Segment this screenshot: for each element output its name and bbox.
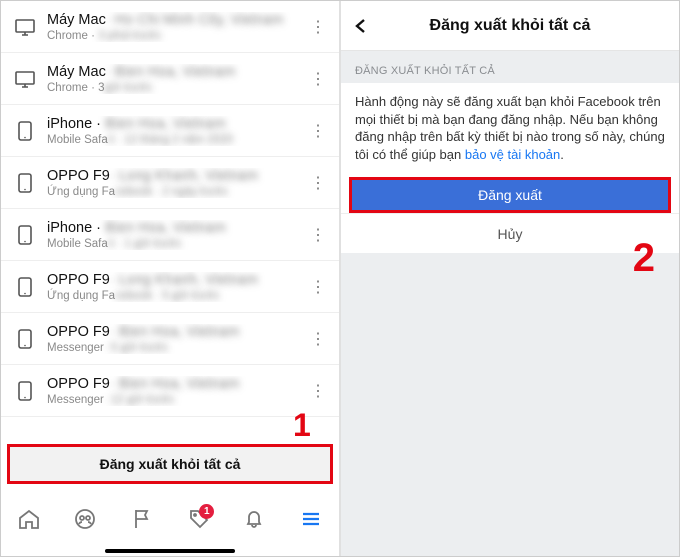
confirm-paragraph: Hành động này sẽ đăng xuất bạn khỏi Face… <box>341 83 679 177</box>
session-row[interactable]: iPhone · Bien Hoa, Vietnam Mobile Safari … <box>1 105 339 157</box>
phone-icon <box>11 379 39 403</box>
nav-groups[interactable] <box>57 507 113 531</box>
session-title: iPhone · Bien Hoa, Vietnam <box>47 220 305 236</box>
flag-icon <box>130 507 154 531</box>
session-text: Máy Mac· Ho Chi Minh City, Vietnam Chrome… <box>39 12 305 42</box>
nav-home[interactable] <box>1 507 57 531</box>
logout-all-label: Đăng xuất khỏi tất cả <box>100 456 241 472</box>
home-icon <box>17 507 41 531</box>
session-subtitle: Messenger · 5 giờ trước <box>47 342 305 354</box>
session-row[interactable]: Máy Mac· Bien Hoa, Vietnam Chrome · 3 giờ… <box>1 53 339 105</box>
phone-icon <box>11 327 39 351</box>
bottom-nav: 1 <box>1 494 339 556</box>
menu-icon <box>299 507 323 531</box>
session-more-button[interactable]: ⋮ <box>305 173 331 193</box>
session-subtitle: Chrome · 3 phút trước <box>47 30 305 42</box>
nav-badge: 1 <box>199 504 214 519</box>
logout-all-button[interactable]: Đăng xuất khỏi tất cả <box>7 444 333 484</box>
back-button[interactable] <box>351 1 371 50</box>
confirm-body: ĐĂNG XUẤT KHỎI TẤT CẢ Hành động này sẽ đ… <box>341 51 679 556</box>
session-subtitle: Ứng dụng Facebook · 5 giờ trước <box>47 290 305 302</box>
chevron-left-icon <box>351 16 371 36</box>
session-row[interactable]: iPhone · Bien Hoa, Vietnam Mobile Safari … <box>1 209 339 261</box>
session-more-button[interactable]: ⋮ <box>305 277 331 297</box>
sessions-pane: Máy Mac· Ho Chi Minh City, Vietnam Chrome… <box>1 1 339 556</box>
confirm-logout-label: Đăng xuất <box>478 187 542 203</box>
session-text: iPhone · Bien Hoa, Vietnam Mobile Safari … <box>39 116 305 146</box>
session-subtitle: Mobile Safari · 1 giờ trước <box>47 238 305 250</box>
monitor-icon <box>11 15 39 39</box>
confirm-card: Hành động này sẽ đăng xuất bạn khỏi Face… <box>341 83 679 253</box>
session-text: OPPO F9 · Long Khanh, Vietnam Ứng dụng Fa… <box>39 272 305 302</box>
nav-notifications[interactable] <box>226 507 282 531</box>
session-title: Máy Mac· Ho Chi Minh City, Vietnam <box>47 12 305 28</box>
session-text: OPPO F9 · Bien Hoa, Vietnam Messenger · 5… <box>39 324 305 354</box>
nav-dating[interactable]: 1 <box>170 507 226 531</box>
session-more-button[interactable]: ⋮ <box>305 17 331 37</box>
nav-menu[interactable] <box>283 507 339 531</box>
session-more-button[interactable]: ⋮ <box>305 121 331 141</box>
session-title: OPPO F9 · Bien Hoa, Vietnam <box>47 324 305 340</box>
cancel-label: Hủy <box>498 226 523 242</box>
session-more-button[interactable]: ⋮ <box>305 329 331 349</box>
session-row[interactable]: OPPO F9 · Long Khanh, Vietnam Ứng dụng Fa… <box>1 157 339 209</box>
confirm-header: Đăng xuất khỏi tất cả <box>341 1 679 51</box>
section-caption: ĐĂNG XUẤT KHỎI TẤT CẢ <box>341 51 679 83</box>
session-title: OPPO F9 · Bien Hoa, Vietnam <box>47 376 305 392</box>
confirm-pane: Đăng xuất khỏi tất cả ĐĂNG XUẤT KHỎI TẤT… <box>341 1 679 556</box>
session-text: Máy Mac· Bien Hoa, Vietnam Chrome · 3 giờ… <box>39 64 305 94</box>
confirm-logout-button[interactable]: Đăng xuất <box>349 177 671 213</box>
annotation-2: 2 <box>633 236 655 281</box>
session-list: Máy Mac· Ho Chi Minh City, Vietnam Chrome… <box>1 1 339 440</box>
session-title: iPhone · Bien Hoa, Vietnam <box>47 116 305 132</box>
session-title: Máy Mac· Bien Hoa, Vietnam <box>47 64 305 80</box>
annotation-1: 1 <box>293 407 311 444</box>
session-more-button[interactable]: ⋮ <box>305 381 331 401</box>
session-text: iPhone · Bien Hoa, Vietnam Mobile Safari … <box>39 220 305 250</box>
bell-icon <box>242 507 266 531</box>
home-indicator <box>105 549 235 553</box>
session-subtitle: Messenger · 12 giờ trước <box>47 394 305 406</box>
session-subtitle: Mobile Safari · 12 tháng 2 năm 2020 <box>47 134 305 146</box>
confirm-text-b: . <box>560 147 564 162</box>
session-row[interactable]: OPPO F9 · Bien Hoa, Vietnam Messenger · 5… <box>1 313 339 365</box>
confirm-title: Đăng xuất khỏi tất cả <box>430 17 591 35</box>
phone-icon <box>11 119 39 143</box>
nav-pages[interactable] <box>114 507 170 531</box>
monitor-icon <box>11 67 39 91</box>
session-row[interactable]: OPPO F9 · Bien Hoa, Vietnam Messenger · 1… <box>1 365 339 417</box>
session-subtitle: Chrome · 3 giờ trước <box>47 82 305 94</box>
session-text: OPPO F9 · Bien Hoa, Vietnam Messenger · 1… <box>39 376 305 406</box>
session-row[interactable]: OPPO F9 · Long Khanh, Vietnam Ứng dụng Fa… <box>1 261 339 313</box>
session-title: OPPO F9 · Long Khanh, Vietnam <box>47 272 305 288</box>
session-more-button[interactable]: ⋮ <box>305 69 331 89</box>
session-text: OPPO F9 · Long Khanh, Vietnam Ứng dụng Fa… <box>39 168 305 198</box>
protect-account-link[interactable]: bảo vệ tài khoản <box>465 147 560 162</box>
session-title: OPPO F9 · Long Khanh, Vietnam <box>47 168 305 184</box>
phone-icon <box>11 223 39 247</box>
session-subtitle: Ứng dụng Facebook · 2 ngày trước <box>47 186 305 198</box>
session-row[interactable]: Máy Mac· Ho Chi Minh City, Vietnam Chrome… <box>1 1 339 53</box>
cancel-button[interactable]: Hủy <box>341 213 679 253</box>
phone-icon <box>11 275 39 299</box>
groups-icon <box>73 507 97 531</box>
phone-icon <box>11 171 39 195</box>
session-more-button[interactable]: ⋮ <box>305 225 331 245</box>
